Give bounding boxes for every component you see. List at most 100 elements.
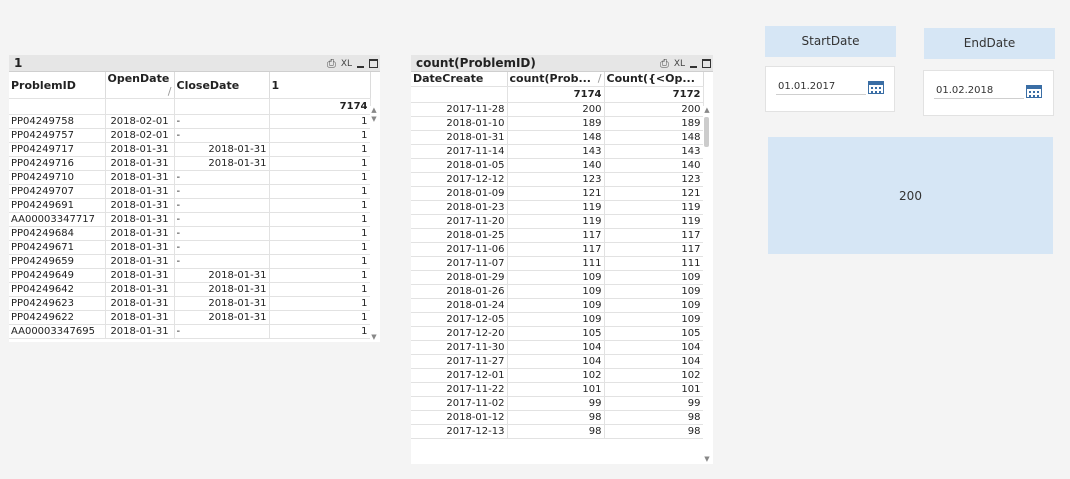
table-row[interactable]: 2018-01-05 140 140	[411, 158, 704, 173]
cell-count-prob[interactable]: 104	[507, 354, 605, 369]
cell-count-prob[interactable]: 119	[507, 214, 605, 229]
cell-datecreate[interactable]: 2017-12-12	[411, 172, 508, 187]
cell-count-op[interactable]: 123	[604, 172, 704, 187]
cell-count-prob[interactable]: 109	[507, 298, 605, 313]
table-row[interactable]: AA00003347717 2018-01-31-1	[9, 212, 371, 227]
cell-datecreate[interactable]: 2017-11-02	[411, 396, 508, 411]
cell-datecreate[interactable]: 2017-12-01	[411, 368, 508, 383]
cell-count[interactable]: 1	[269, 128, 371, 143]
cell-datecreate[interactable]: 2018-01-05	[411, 158, 508, 173]
cell-count-prob[interactable]: 109	[507, 270, 605, 285]
cell-count-op[interactable]: 98	[604, 410, 704, 425]
scroll-up-icon[interactable]: ▲	[703, 106, 711, 114]
cell-count-prob[interactable]: 101	[507, 382, 605, 397]
scroll-down-icon[interactable]: ▼	[703, 455, 711, 463]
table-row[interactable]: 2017-12-05 109 109	[411, 312, 704, 327]
cell-datecreate[interactable]: 2018-01-09	[411, 186, 508, 201]
scroll-down-icon[interactable]: ▼	[370, 333, 378, 341]
table-row[interactable]: PP04249642 2018-01-31 2018-01-31 1	[9, 282, 371, 297]
cell-datecreate[interactable]: 2017-12-20	[411, 326, 508, 341]
col-header-count-op[interactable]: Count({<Op...	[604, 72, 704, 87]
cell-count-op[interactable]: 121	[604, 186, 704, 201]
cell-problemid[interactable]: PP04249707	[9, 184, 106, 199]
cell-opendate[interactable]: 2018-01-31	[105, 324, 175, 339]
cell-count-op[interactable]: 109	[604, 312, 704, 327]
cell-opendate[interactable]: 2018-02-01	[105, 128, 175, 143]
cell-datecreate[interactable]: 2018-01-23	[411, 200, 508, 215]
cell-count-op[interactable]: 104	[604, 354, 704, 369]
cell-count-prob[interactable]: 140	[507, 158, 605, 173]
table-row[interactable]: 2017-11-22 101 101	[411, 382, 704, 397]
cell-count[interactable]: 1	[269, 296, 371, 311]
cell-closedate[interactable]: 2018-01-31	[174, 268, 270, 283]
maximize-icon[interactable]	[369, 59, 378, 68]
table-row[interactable]: PP04249707 2018-01-31-1	[9, 184, 371, 199]
table-row[interactable]: 2017-11-27 104 104	[411, 354, 704, 369]
cell-count-op[interactable]: 111	[604, 256, 704, 271]
cell-problemid[interactable]: PP04249659	[9, 254, 106, 269]
cell-closedate[interactable]: -	[174, 254, 270, 269]
cell-count-prob[interactable]: 121	[507, 186, 605, 201]
table-row[interactable]: AA00003347695 2018-01-31-1	[9, 324, 371, 339]
cell-problemid[interactable]: PP04249684	[9, 226, 106, 241]
cell-count[interactable]: 1	[269, 324, 371, 339]
table-row[interactable]: 2017-12-12 123 123	[411, 172, 704, 187]
cell-count[interactable]: 1	[269, 142, 371, 157]
cell-datecreate[interactable]: 2017-11-30	[411, 340, 508, 355]
cell-datecreate[interactable]: 2017-11-07	[411, 256, 508, 271]
table-row[interactable]: 2018-01-10 189 189	[411, 116, 704, 131]
cell-count[interactable]: 1	[269, 184, 371, 199]
cell-datecreate[interactable]: 2018-01-25	[411, 228, 508, 243]
cell-datecreate[interactable]: 2018-01-10	[411, 116, 508, 131]
table-row[interactable]: 2018-01-31 148 148	[411, 130, 704, 145]
cell-count-op[interactable]: 104	[604, 340, 704, 355]
table-row[interactable]: PP04249684 2018-01-31-1	[9, 226, 371, 241]
table-row[interactable]: PP04249671 2018-01-31-1	[9, 240, 371, 255]
cell-count[interactable]: 1	[269, 240, 371, 255]
table-row[interactable]: 2018-01-09 121 121	[411, 186, 704, 201]
cell-datecreate[interactable]: 2017-11-27	[411, 354, 508, 369]
col-header-count-prob[interactable]: count(Prob... /	[507, 72, 605, 87]
cell-count-prob[interactable]: 119	[507, 200, 605, 215]
cell-count-op[interactable]: 148	[604, 130, 704, 145]
cell-problemid[interactable]: PP04249642	[9, 282, 106, 297]
problem-table-scrollbar[interactable]: ▲ ▼ ▼	[370, 106, 378, 342]
cell-count[interactable]: 1	[269, 170, 371, 185]
cell-count[interactable]: 1	[269, 310, 371, 325]
cell-datecreate[interactable]: 2017-12-13	[411, 424, 508, 439]
table-row[interactable]: 2017-11-02 99 99	[411, 396, 704, 411]
cell-closedate[interactable]: -	[174, 198, 270, 213]
cell-problemid[interactable]: AA00003347695	[9, 324, 106, 339]
cell-datecreate[interactable]: 2018-01-24	[411, 298, 508, 313]
cell-closedate[interactable]: -	[174, 226, 270, 241]
cell-closedate[interactable]: -	[174, 170, 270, 185]
cell-count-op[interactable]: 109	[604, 270, 704, 285]
cell-closedate[interactable]: 2018-01-31	[174, 310, 270, 325]
cell-count-op[interactable]: 140	[604, 158, 704, 173]
cell-opendate[interactable]: 2018-01-31	[105, 268, 175, 283]
cell-count-prob[interactable]: 98	[507, 410, 605, 425]
col-header-opendate[interactable]: OpenDate /	[105, 72, 175, 99]
cell-count-op[interactable]: 117	[604, 242, 704, 257]
cell-opendate[interactable]: 2018-01-31	[105, 296, 175, 311]
cell-count-op[interactable]: 102	[604, 368, 704, 383]
cell-count-prob[interactable]: 123	[507, 172, 605, 187]
cell-datecreate[interactable]: 2017-11-14	[411, 144, 508, 159]
table-row[interactable]: 2018-01-24 109 109	[411, 298, 704, 313]
cell-closedate[interactable]: 2018-01-31	[174, 296, 270, 311]
print-icon[interactable]: ⎙	[327, 57, 336, 70]
table-row[interactable]: PP04249716 2018-01-31 2018-01-31 1	[9, 156, 371, 171]
cell-count-prob[interactable]: 102	[507, 368, 605, 383]
cell-count[interactable]: 1	[269, 198, 371, 213]
cell-opendate[interactable]: 2018-01-31	[105, 142, 175, 157]
table-row[interactable]: PP04249758 2018-02-01-1	[9, 114, 371, 129]
cell-datecreate[interactable]: 2017-12-05	[411, 312, 508, 327]
cell-count-op[interactable]: 119	[604, 214, 704, 229]
cell-closedate[interactable]: 2018-01-31	[174, 156, 270, 171]
cell-count-prob[interactable]: 148	[507, 130, 605, 145]
table-row[interactable]: 2017-11-28 200 200	[411, 102, 704, 117]
cell-count-op[interactable]: 119	[604, 200, 704, 215]
cell-count-op[interactable]: 200	[604, 102, 704, 117]
xl-icon[interactable]: XL	[674, 58, 685, 70]
table-row[interactable]: 2018-01-25 117 117	[411, 228, 704, 243]
